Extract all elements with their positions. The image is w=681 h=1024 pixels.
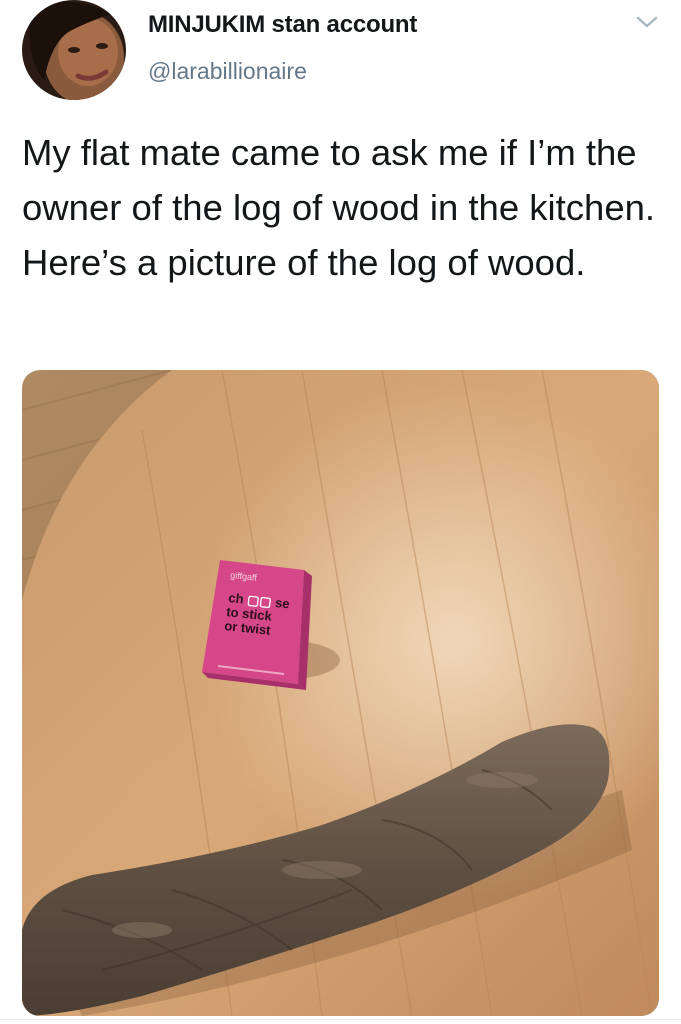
photo-image: giffgaff ch ▢▢ se to stick or twist (22, 370, 659, 1016)
tweet-menu-button[interactable] (634, 12, 660, 32)
user-handle[interactable]: @larabillionaire (148, 58, 307, 85)
tweet-text: My flat mate came to ask me if I’m the o… (22, 132, 656, 283)
display-name[interactable]: MINJUKIM stan account (148, 11, 417, 39)
chevron-down-icon (636, 16, 658, 28)
avatar-image (22, 0, 126, 100)
avatar[interactable] (22, 0, 126, 100)
tweet-photo[interactable]: giffgaff ch ▢▢ se to stick or twist (22, 370, 659, 1016)
giffgaff-box: giffgaff ch ▢▢ se to stick or twist (202, 560, 312, 690)
box-line1-end: se (274, 595, 290, 611)
tweet: MINJUKIM stan account @larabillionaire M… (0, 0, 681, 1024)
divider (0, 1019, 681, 1020)
